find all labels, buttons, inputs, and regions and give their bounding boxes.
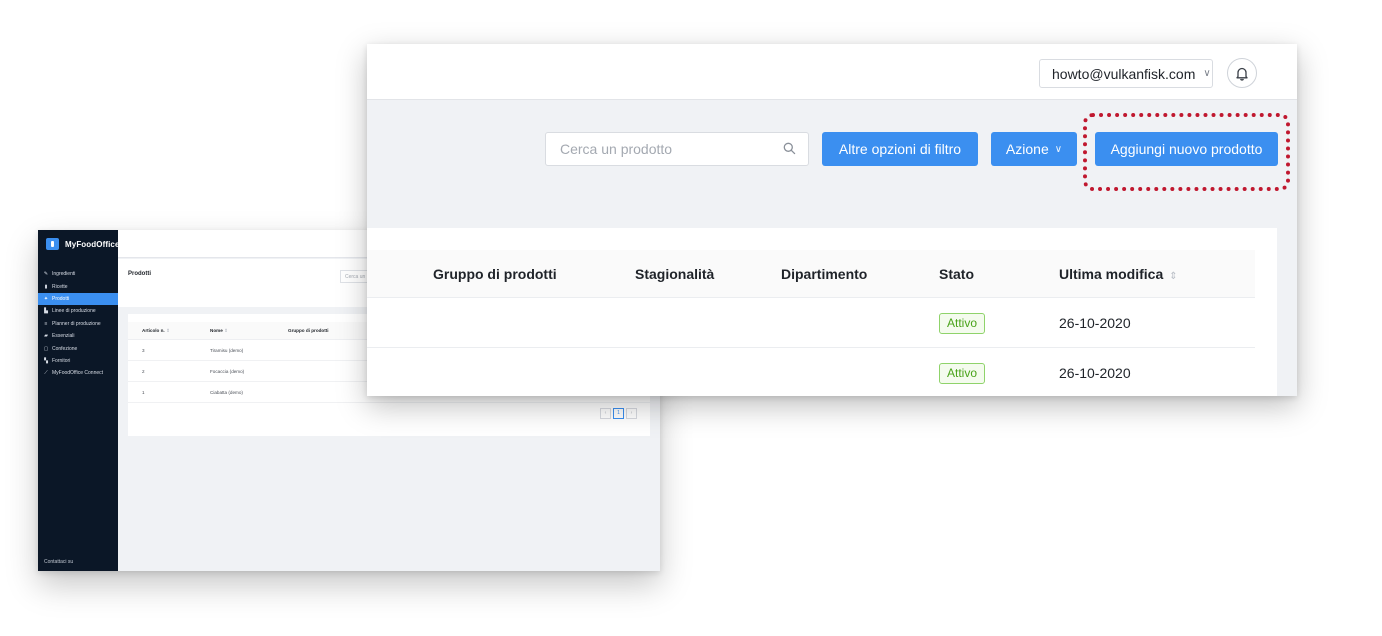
sidebar-item-confezione[interactable]: ▢ Confezione <box>38 342 118 354</box>
chart-icon: ▙ <box>44 308 48 315</box>
cell-article-number: 1 <box>142 390 145 395</box>
sidebar-item-ricette[interactable]: ▮ Ricette <box>38 280 118 292</box>
last-modified-date: 26-10-2020 <box>1059 315 1131 331</box>
column-header-product-group[interactable]: Gruppo di prodotti <box>433 266 557 282</box>
sidebar-item-fornitori[interactable]: ▚ Fornitori <box>38 355 118 367</box>
list-icon: ≡ <box>44 320 48 327</box>
cell-product-name[interactable]: Ciabatta (demo) <box>210 390 243 395</box>
link-icon: ⟋ <box>44 370 48 377</box>
status-badge: Attivo <box>939 313 986 334</box>
sidebar-item-prodotti[interactable]: ✦ Prodotti <box>38 292 118 306</box>
column-header-name[interactable]: Nome ⇕ <box>210 328 228 334</box>
last-modified-date: 26-10-2020 <box>1059 365 1131 381</box>
contact-link[interactable]: Contattaci su <box>44 559 73 565</box>
sidebar-nav: ✎ Ingredienti ▮ Ricette ✦ Prodotti ▙ Lin… <box>38 268 118 380</box>
sidebar-item-label: Fornitori <box>52 357 71 364</box>
truck-icon: ▚ <box>44 357 48 364</box>
add-new-product-button[interactable]: Aggiungi nuovo prodotto <box>1095 132 1278 166</box>
page-title: Prodotti <box>128 271 151 277</box>
sidebar: MyFoodOffice ✎ Ingredienti ▮ Ricette ✦ P… <box>38 230 120 571</box>
column-header-article[interactable]: Articolo n. ⇕ <box>142 328 170 334</box>
cell-article-number: 2 <box>142 369 145 374</box>
pencil-icon: ✎ <box>43 271 49 278</box>
cell-product-name[interactable]: Tiramisu (demo) <box>210 348 243 353</box>
app-name: MyFoodOffice <box>65 239 120 249</box>
search-box <box>545 132 809 166</box>
cell-article-number: 3 <box>142 348 145 353</box>
search-icon[interactable] <box>783 142 796 155</box>
column-header-product-group[interactable]: Gruppo di prodotti <box>288 328 329 333</box>
sidebar-item-label: Linee di produzione <box>52 308 96 315</box>
sort-icon[interactable]: ⇕ <box>1169 271 1177 282</box>
pagination-next-button[interactable]: › <box>626 408 637 419</box>
sidebar-item-myfoodoffice-connect[interactable]: ⟋ MyFoodOffice Connect <box>38 367 118 379</box>
pagination: ‹ 1 › <box>600 408 637 419</box>
table-row[interactable]: Attivo 26-10-2020 <box>367 349 1255 396</box>
box-icon: ▢ <box>43 345 49 352</box>
table-header: Gruppo di prodotti Stagionalità Dipartim… <box>367 250 1255 298</box>
sidebar-item-label: Ricette <box>52 283 68 290</box>
more-filter-options-button[interactable]: Altre opzioni di filtro <box>822 132 978 166</box>
app-logo[interactable]: MyFoodOffice <box>46 238 120 250</box>
user-account-dropdown[interactable]: howto@vulkanfisk.com ∨ <box>1039 59 1213 88</box>
logo-icon <box>46 238 59 250</box>
sidebar-item-ingredienti[interactable]: ✎ Ingredienti <box>38 268 118 280</box>
search-input[interactable] <box>546 133 776 165</box>
sidebar-item-linee-di-produzione[interactable]: ▙ Linee di produzione <box>38 305 118 317</box>
column-header-department[interactable]: Dipartimento <box>781 266 867 282</box>
action-button-label: Azione <box>1005 141 1049 157</box>
user-email: howto@vulkanfisk.com <box>1052 65 1196 82</box>
column-header-status[interactable]: Stato <box>939 266 974 282</box>
pagination-prev-button[interactable]: ‹ <box>600 408 611 419</box>
sidebar-item-essenziali[interactable]: ▰ Essenziali <box>38 330 118 342</box>
chevron-down-icon: ∨ <box>1054 143 1063 155</box>
product-icon: ✦ <box>43 295 49 302</box>
products-table-card: Gruppo di prodotti Stagionalità Dipartim… <box>367 228 1277 396</box>
bookmark-icon: ▰ <box>44 333 48 340</box>
sidebar-item-label: Planner di produzione <box>52 320 101 327</box>
sidebar-item-label: Ingredienti <box>52 271 76 278</box>
top-header: howto@vulkanfisk.com ∨ <box>367 44 1297 100</box>
book-icon: ▮ <box>44 283 48 290</box>
sidebar-item-label: MyFoodOffice Connect <box>52 370 104 377</box>
status-badge: Attivo <box>939 363 986 384</box>
sidebar-item-planner-di-produzione[interactable]: ≡ Planner di produzione <box>38 318 118 330</box>
zoomed-app-window: howto@vulkanfisk.com ∨ Altre opzioni di … <box>367 44 1297 396</box>
column-header-last-modified[interactable]: Ultima modifica ⇕ <box>1059 266 1178 282</box>
cell-product-name[interactable]: Focaccia (demo) <box>210 369 244 374</box>
bell-icon <box>1236 67 1248 81</box>
column-header-seasonality[interactable]: Stagionalità <box>635 266 714 282</box>
chevron-down-icon: ∨ <box>1203 68 1211 79</box>
sidebar-item-label: Essenziali <box>52 333 75 340</box>
pagination-page-button[interactable]: 1 <box>613 408 624 419</box>
table-row[interactable]: Attivo 26-10-2020 <box>367 299 1255 348</box>
sidebar-item-label: Prodotti <box>52 295 70 302</box>
action-dropdown-button[interactable]: Azione ∨ <box>991 132 1077 166</box>
sidebar-item-label: Confezione <box>52 345 78 352</box>
notifications-button[interactable] <box>1227 58 1257 88</box>
